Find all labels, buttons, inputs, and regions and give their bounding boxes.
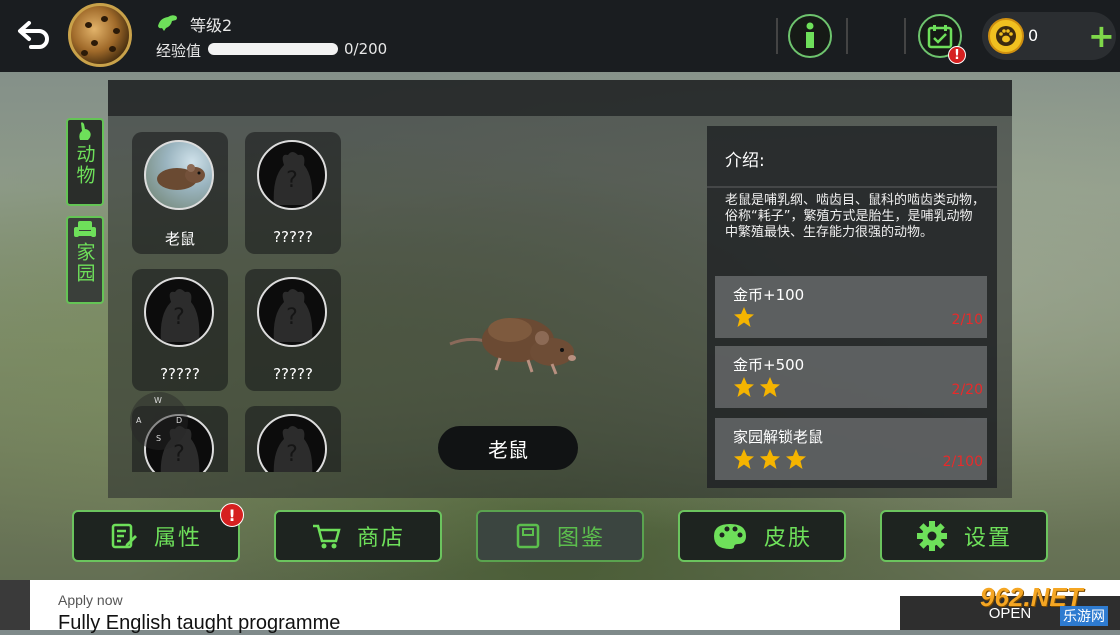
sofa-icon (74, 221, 96, 237)
xp-progress-bar (208, 43, 338, 55)
skins-button[interactable]: 皮肤 (678, 510, 846, 562)
animal-card-locked[interactable]: ? (245, 406, 341, 472)
paw-currency-counter: 0 + (982, 12, 1116, 60)
reward-title: 金币+500 (733, 356, 805, 374)
encyclopedia-label: 图鉴 (556, 526, 605, 551)
reward-progress: 2/20 (951, 382, 983, 398)
joystick-d-label: D (176, 416, 183, 425)
paw-coin-icon (988, 18, 1024, 54)
palette-icon (713, 524, 746, 549)
skins-label: 皮肤 (763, 526, 812, 551)
back-arrow-icon (18, 21, 49, 49)
top-bar: 等级2 经验值 0/200 ! 0 + (0, 0, 1120, 72)
site-watermark: 962.NET 乐游网 (978, 580, 1118, 628)
reward-row: 金币+500 2/20 (715, 346, 987, 408)
animal-card-locked[interactable]: ? ????? (245, 132, 341, 254)
attributes-label: 属性 (153, 526, 202, 551)
svg-text:?: ? (286, 442, 298, 467)
svg-text:?: ? (173, 442, 185, 467)
star-icon (786, 449, 806, 469)
player-avatar[interactable] (68, 3, 132, 67)
reward-row: 金币+100 2/10 (715, 276, 987, 338)
star-icon (760, 449, 780, 469)
joystick-a-label: A (136, 416, 142, 425)
locked-silhouette-icon: ? (257, 414, 327, 472)
reward-stars (733, 306, 755, 328)
add-currency-button[interactable]: + (1088, 18, 1116, 54)
gear-icon (916, 521, 947, 551)
animal-name: ????? (273, 228, 313, 246)
reward-progress: 2/10 (951, 312, 983, 328)
info-icon (806, 22, 814, 48)
selected-animal-name: 老鼠 (438, 426, 578, 470)
panel-header (108, 80, 1012, 116)
divider (904, 18, 906, 54)
info-button[interactable] (788, 14, 832, 58)
ad-apply-text: Apply now (58, 592, 123, 608)
reward-row: 家园解锁老鼠 2/100 (715, 418, 987, 480)
star-icon (734, 307, 754, 327)
reward-title: 金币+100 (733, 286, 805, 304)
star-icon (734, 377, 754, 397)
level-label: 等级2 (190, 16, 233, 35)
xp-label: 经验值 (156, 42, 202, 60)
back-button[interactable] (14, 14, 54, 54)
animal-card[interactable]: 老鼠 (132, 132, 228, 254)
joystick-s-label: S (156, 434, 162, 443)
rabbit-icon (79, 122, 91, 140)
cart-icon (312, 524, 341, 549)
book-icon (516, 523, 540, 549)
shop-label: 商店 (356, 526, 405, 551)
calendar-check-icon (927, 25, 953, 49)
locked-silhouette-icon: ? (257, 140, 327, 210)
svg-text:?: ? (286, 168, 298, 193)
tab-animals-label: 动物 (73, 144, 96, 186)
tab-home[interactable]: 家园 (66, 216, 104, 304)
settings-label: 设置 (963, 526, 1012, 551)
divider (776, 18, 778, 54)
reward-progress: 2/100 (942, 454, 983, 470)
attributes-alert-badge: ! (220, 503, 244, 527)
animal-card-locked[interactable]: ? ????? (245, 269, 341, 391)
tab-animals[interactable]: 动物 (66, 118, 104, 206)
ad-left-strip (0, 580, 30, 630)
joystick-w-label: W (154, 396, 162, 405)
shop-button[interactable]: 商店 (274, 510, 442, 562)
calendar-alert-badge: ! (948, 46, 966, 64)
settings-button[interactable]: 设置 (880, 510, 1048, 562)
animal-name: 老鼠 (164, 230, 195, 248)
divider (846, 18, 848, 54)
tab-home-label: 家园 (73, 242, 96, 284)
currency-amount: 0 (1028, 26, 1039, 45)
info-title: 介绍: (725, 151, 765, 171)
animal-description: 老鼠是哺乳纲、啮齿目、鼠科的啮齿类动物，俗称“耗子”，繁殖方式是胎生，是哺乳动物… (725, 193, 986, 240)
reward-stars (733, 448, 807, 470)
star-icon (734, 449, 754, 469)
svg-text:?: ? (173, 305, 185, 330)
ad-headline: Fully English taught programme (58, 612, 341, 634)
watermark-sub: 乐游网 (1060, 606, 1108, 626)
info-panel: 介绍: 老鼠是哺乳纲、啮齿目、鼠科的啮齿类动物，俗称“耗子”，繁殖方式是胎生，是… (707, 126, 997, 488)
ad-banner[interactable]: Apply now Fully English taught programme… (0, 580, 1120, 634)
reward-stars (733, 376, 781, 398)
dino-level-icon (158, 15, 177, 31)
wasd-joystick[interactable]: W A S D (130, 392, 188, 450)
svg-text:?: ? (286, 305, 298, 330)
locked-silhouette-icon: ? (144, 277, 214, 347)
xp-value: 0/200 (344, 40, 388, 58)
edit-list-icon (111, 523, 137, 549)
animal-card-locked[interactable]: ? ????? (132, 269, 228, 391)
animal-name: ????? (160, 365, 200, 383)
locked-silhouette-icon: ? (257, 277, 327, 347)
rat-portrait (144, 140, 214, 210)
reward-title: 家园解锁老鼠 (733, 428, 824, 446)
attributes-button[interactable]: 属性 (72, 510, 240, 562)
divider (707, 186, 997, 188)
star-icon (760, 377, 780, 397)
rat-3d-model[interactable] (440, 300, 590, 384)
encyclopedia-button[interactable]: 图鉴 (476, 510, 644, 562)
animal-name: ????? (273, 365, 313, 383)
